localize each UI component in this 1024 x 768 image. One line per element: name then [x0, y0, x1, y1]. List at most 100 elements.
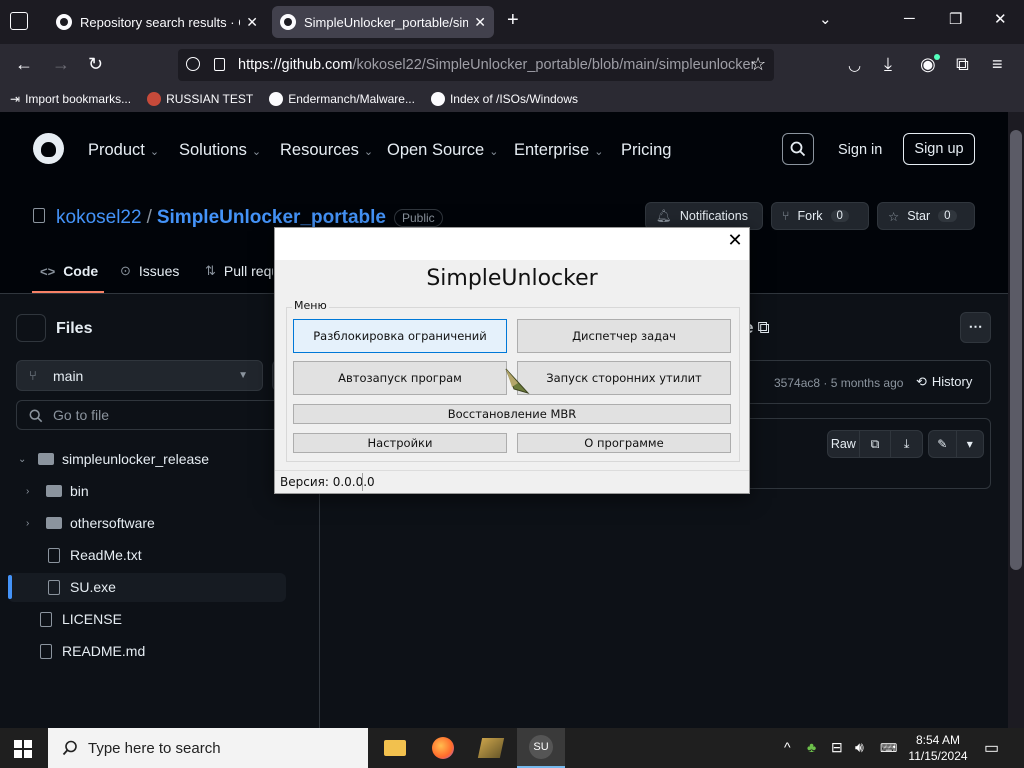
- tab-simpleunlocker[interactable]: SimpleUnlocker_portable/simpleunlocker ✕: [272, 6, 494, 38]
- nav-enterprise[interactable]: Enterprise ⌄: [514, 141, 603, 160]
- app-taskbar-button[interactable]: [467, 728, 515, 768]
- chevron-down-icon: ⌄: [594, 146, 604, 158]
- tree-item-othersoftware[interactable]: › othersoftware: [26, 511, 155, 535]
- notifications-icon[interactable]: ▭: [984, 738, 999, 758]
- close-tab-icon[interactable]: ✕: [246, 14, 258, 31]
- repo-owner-link[interactable]: kokosel22: [56, 207, 142, 229]
- tree-item-su-exe[interactable]: SU.exe: [46, 575, 116, 599]
- fork-button[interactable]: ⑂ Fork 0: [771, 202, 869, 230]
- bookmark-star-icon[interactable]: ☆: [750, 54, 766, 75]
- tab-issues[interactable]: ⊙ Issues: [120, 263, 179, 279]
- tree-item-license[interactable]: LICENSE: [38, 607, 122, 631]
- reload-icon[interactable]: ↻: [88, 54, 103, 75]
- su-icon: SU: [529, 735, 553, 759]
- tree-item-simpleunlocker-release[interactable]: ⌄ simpleunlocker_release: [18, 447, 209, 471]
- search-icon: [62, 740, 77, 756]
- bookmark-endermanch[interactable]: Endermanch/Malware...: [269, 92, 415, 106]
- third-party-utils-button[interactable]: Запуск сторонних утилит: [517, 361, 731, 395]
- tab-list-icon[interactable]: [10, 12, 28, 30]
- menu-icon[interactable]: ≡: [992, 54, 1003, 75]
- file-icon: [40, 611, 52, 627]
- nav-product[interactable]: Product ⌄: [88, 141, 159, 160]
- github-logo-icon[interactable]: [33, 133, 64, 164]
- search-button[interactable]: [782, 133, 814, 165]
- folder-icon: [46, 517, 62, 529]
- bookmark-label: RUSSIAN TEST: [166, 92, 254, 106]
- dialog-close-icon[interactable]: ✕: [726, 230, 744, 251]
- volume-icon[interactable]: 🔊︎: [855, 739, 864, 756]
- url-bar[interactable]: https://github.com/kokosel22/SimpleUnloc…: [178, 49, 774, 81]
- raw-button[interactable]: Raw: [828, 431, 860, 457]
- pocket-icon[interactable]: ◡: [848, 56, 861, 74]
- bookmark-import[interactable]: ⇥ Import bookmarks...: [10, 92, 131, 106]
- tray-overflow-icon[interactable]: ^: [784, 739, 791, 755]
- autorun-button[interactable]: Автозапуск програм: [293, 361, 507, 395]
- tab-repository-search[interactable]: Repository search results · GitHub ✕: [48, 6, 266, 38]
- copy-raw-icon[interactable]: ⧉: [860, 431, 892, 457]
- lock-icon[interactable]: [214, 58, 225, 71]
- bookmark-russian-test[interactable]: RUSSIAN TEST: [147, 92, 253, 106]
- search-icon: [790, 141, 806, 157]
- back-icon[interactable]: ←: [15, 54, 33, 75]
- tab-overflow-icon[interactable]: ⌄: [819, 10, 832, 28]
- settings-button[interactable]: Настройки: [293, 433, 507, 453]
- download-raw-icon[interactable]: ⤓: [891, 431, 922, 457]
- notifications-button[interactable]: 🔔︎ Notifications: [645, 202, 763, 230]
- restore-mbr-button[interactable]: Восстановление MBR: [293, 404, 731, 424]
- taskbar-search-box[interactable]: Type here to search: [48, 728, 368, 768]
- version-label: Версия: 0.0.0.0: [280, 475, 375, 489]
- go-to-file-input[interactable]: Go to file: [16, 400, 316, 430]
- minimize-icon[interactable]: ─: [904, 10, 915, 27]
- tab-pull-requests[interactable]: ⇅ Pull requests: [205, 263, 273, 279]
- tab-code[interactable]: <> Code: [40, 263, 98, 279]
- nav-label: Product: [88, 141, 145, 159]
- unlock-restrictions-button[interactable]: Разблокировка ограничений: [293, 319, 507, 353]
- caret-down-icon[interactable]: ▾: [957, 431, 984, 457]
- nav-solutions[interactable]: Solutions ⌄: [179, 141, 261, 160]
- star-button[interactable]: ☆ Star 0: [877, 202, 975, 230]
- edit-pencil-icon[interactable]: ✎: [929, 431, 957, 457]
- firefox-taskbar-button[interactable]: [419, 728, 467, 768]
- nav-pricing[interactable]: Pricing: [621, 141, 671, 160]
- repo-name-link[interactable]: SimpleUnlocker_portable: [157, 207, 386, 229]
- issue-icon: ⊙: [120, 263, 131, 278]
- simpleunlocker-taskbar-button[interactable]: SU: [517, 728, 565, 768]
- keyboard-icon[interactable]: ⌨: [880, 741, 897, 755]
- taskbar-clock[interactable]: 8:54 AM 11/15/2024: [900, 732, 976, 764]
- download-icon[interactable]: ⤓: [884, 54, 892, 75]
- new-tab-button[interactable]: +: [507, 9, 519, 32]
- scrollbar-thumb[interactable]: [1010, 130, 1022, 570]
- file-explorer-taskbar-button[interactable]: [371, 728, 419, 768]
- tree-item-readme-txt[interactable]: ReadMe.txt: [46, 543, 142, 567]
- network-icon[interactable]: ⊟: [831, 739, 843, 756]
- branch-name: main: [53, 367, 84, 384]
- bookmark-isos[interactable]: Index of /ISOs/Windows: [430, 92, 578, 106]
- copy-path-icon[interactable]: ⧉: [757, 318, 769, 337]
- history-button[interactable]: ⟲ History: [916, 374, 972, 390]
- tree-item-bin[interactable]: › bin: [26, 479, 89, 503]
- close-tab-icon[interactable]: ✕: [474, 14, 486, 31]
- tree-item-readme-md[interactable]: README.md: [38, 639, 145, 663]
- dialog-title-bar[interactable]: [275, 228, 749, 260]
- sidebar-toggle-icon[interactable]: [16, 314, 46, 342]
- more-options-button[interactable]: ⋯: [960, 312, 991, 343]
- caret-down-icon: ▼: [238, 370, 248, 381]
- nav-open-source[interactable]: Open Source ⌄: [387, 141, 498, 160]
- forward-icon[interactable]: →: [52, 54, 70, 75]
- sign-up-button[interactable]: Sign up: [903, 133, 975, 165]
- extensions-icon[interactable]: ⧉: [956, 54, 969, 75]
- shield-icon[interactable]: [186, 57, 200, 71]
- task-manager-button[interactable]: Диспетчер задач: [517, 319, 731, 353]
- branch-selector[interactable]: ⑂ main ▼: [16, 360, 263, 391]
- close-window-icon[interactable]: ✕: [994, 10, 1007, 28]
- tray-app-icon[interactable]: ♣: [807, 739, 816, 755]
- go-to-file-placeholder: Go to file: [53, 407, 110, 423]
- tree-item-label: othersoftware: [70, 515, 155, 531]
- about-button[interactable]: О программе: [517, 433, 731, 453]
- nav-resources[interactable]: Resources ⌄: [280, 141, 373, 160]
- file-icon: [40, 643, 52, 659]
- commit-info[interactable]: 3574ac8 · 5 months ago: [774, 376, 903, 390]
- sign-in-link[interactable]: Sign in: [838, 142, 882, 158]
- restore-icon[interactable]: ❐: [949, 10, 962, 28]
- windows-start-icon[interactable]: [14, 740, 32, 758]
